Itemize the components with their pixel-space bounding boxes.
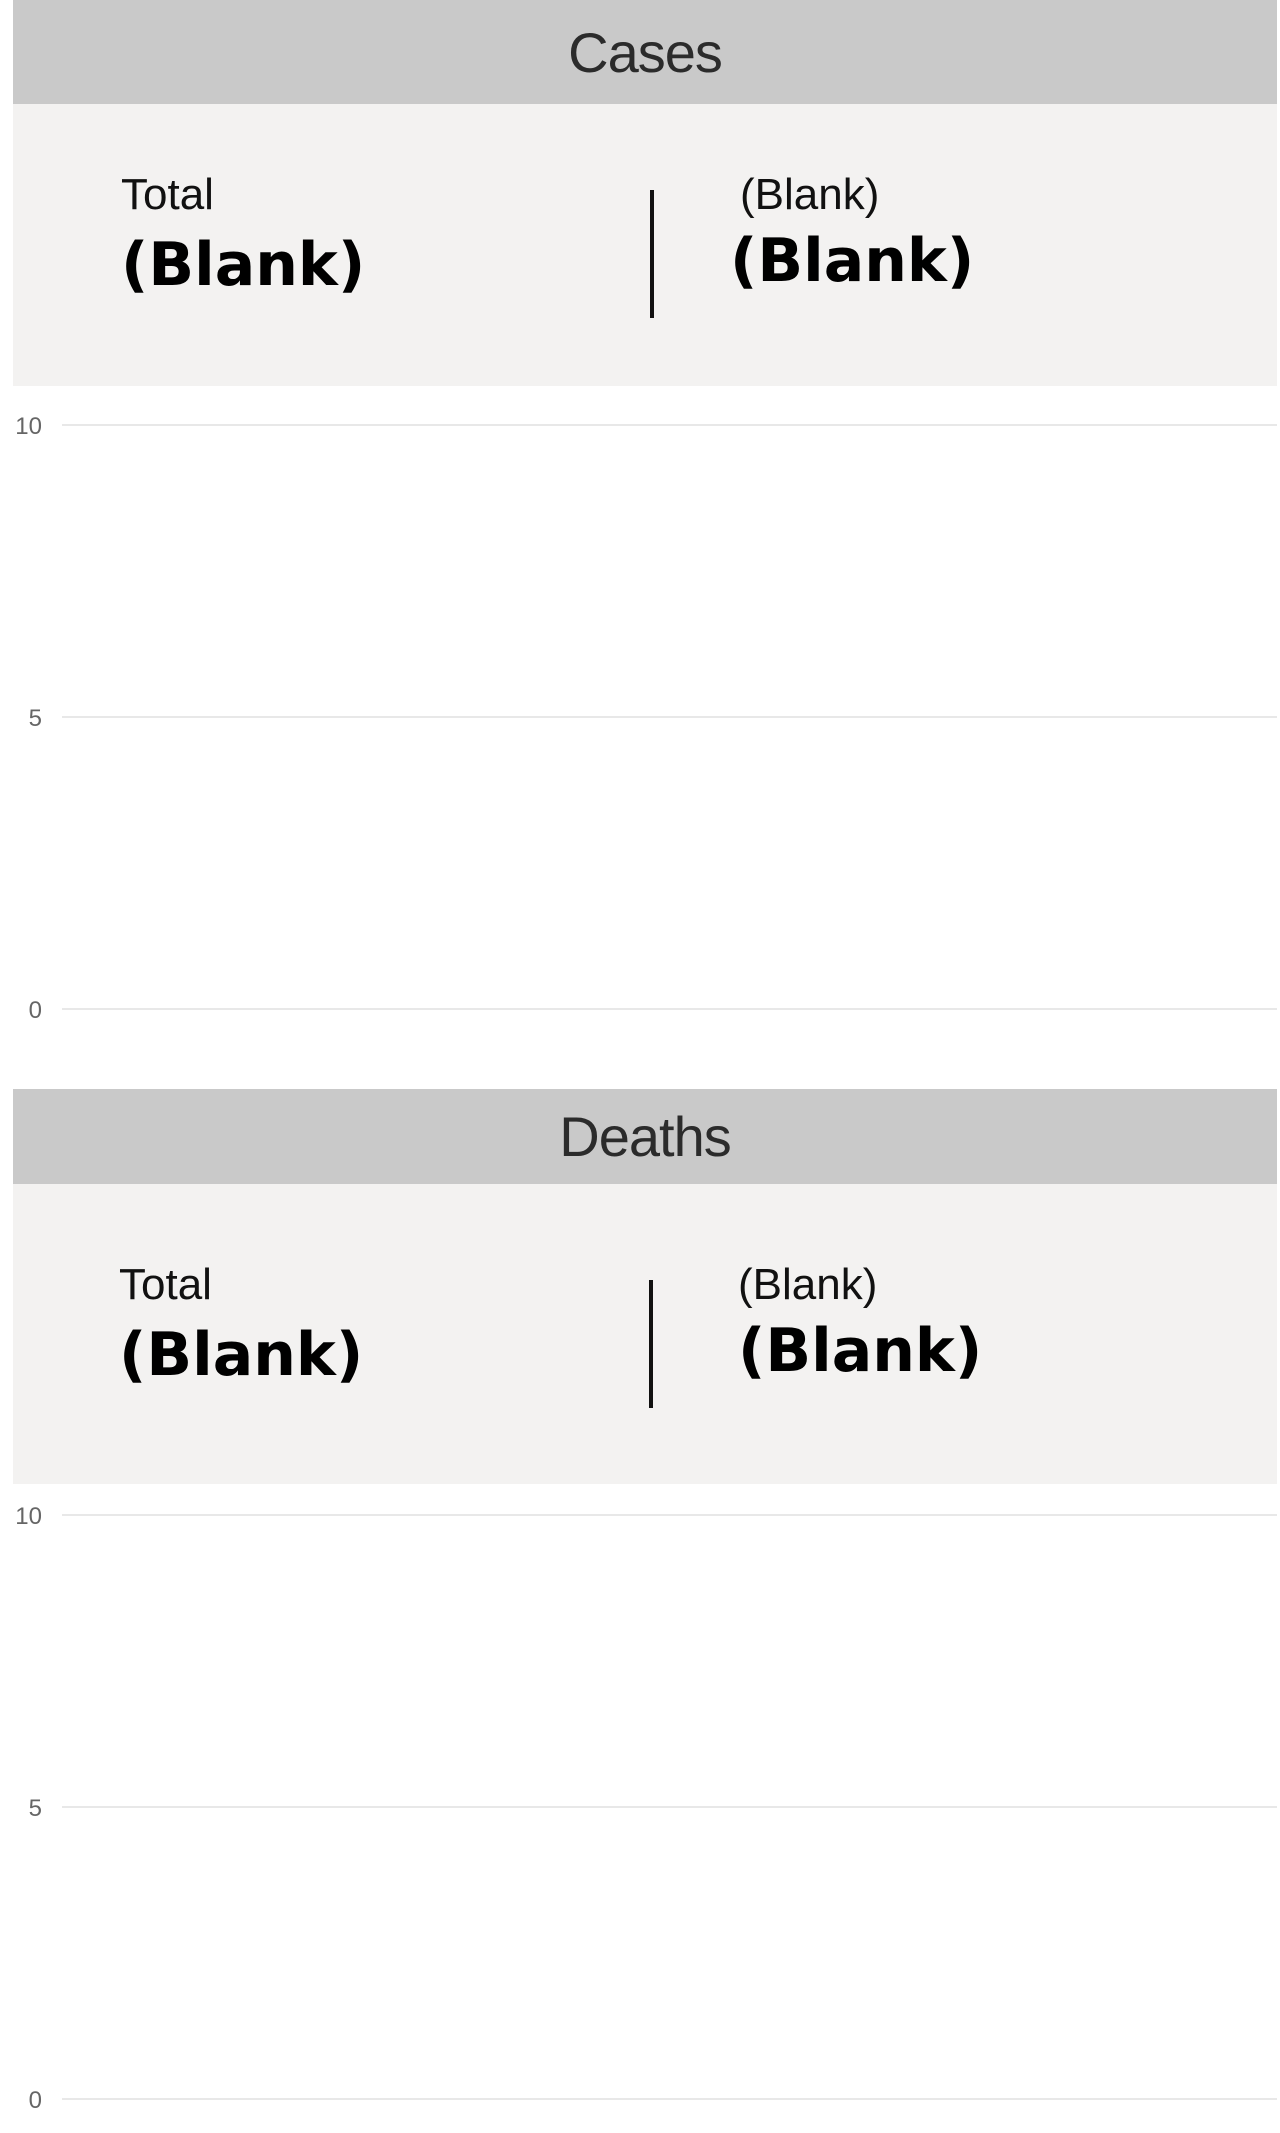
deaths-secondary-label: (Blank) — [738, 1260, 878, 1309]
cases-kpi-card[interactable]: Total (Blank) (Blank) (Blank) — [13, 104, 1277, 386]
y-tick-label: 10 — [15, 1503, 42, 1530]
cases-total-label: Total — [121, 170, 214, 219]
deaths-total-label: Total — [119, 1260, 212, 1309]
y-tick-label: 0 — [29, 2087, 42, 2114]
cases-total-value: (Blank) — [121, 230, 366, 300]
cases-secondary-value: (Blank) — [730, 226, 975, 296]
deaths-chart[interactable]: 10 5 0 — [0, 1484, 1280, 2133]
deaths-secondary-value: (Blank) — [738, 1316, 983, 1386]
y-tick-label: 5 — [29, 705, 42, 732]
cases-header: Cases — [13, 0, 1277, 104]
cases-title: Cases — [568, 20, 723, 84]
deaths-total-value: (Blank) — [119, 1320, 364, 1390]
deaths-kpi-divider — [649, 1280, 653, 1408]
cases-chart-svg: 10 5 0 — [15, 413, 1277, 1024]
deaths-chart-svg: 10 5 0 — [15, 1503, 1277, 2114]
y-tick-label: 0 — [29, 997, 42, 1024]
y-tick-label: 5 — [29, 1795, 42, 1822]
report-page: Cases Total (Blank) (Blank) (Blank) 10 5 0… — [0, 0, 1280, 2133]
deaths-header: Deaths — [13, 1089, 1277, 1184]
deaths-kpi-card[interactable]: Total (Blank) (Blank) (Blank) — [13, 1184, 1277, 1484]
deaths-title: Deaths — [559, 1105, 731, 1168]
cases-secondary-label: (Blank) — [740, 170, 880, 219]
cases-chart[interactable]: 10 5 0 — [0, 386, 1280, 1086]
y-tick-label: 10 — [15, 413, 42, 440]
cases-kpi-divider — [650, 190, 654, 318]
